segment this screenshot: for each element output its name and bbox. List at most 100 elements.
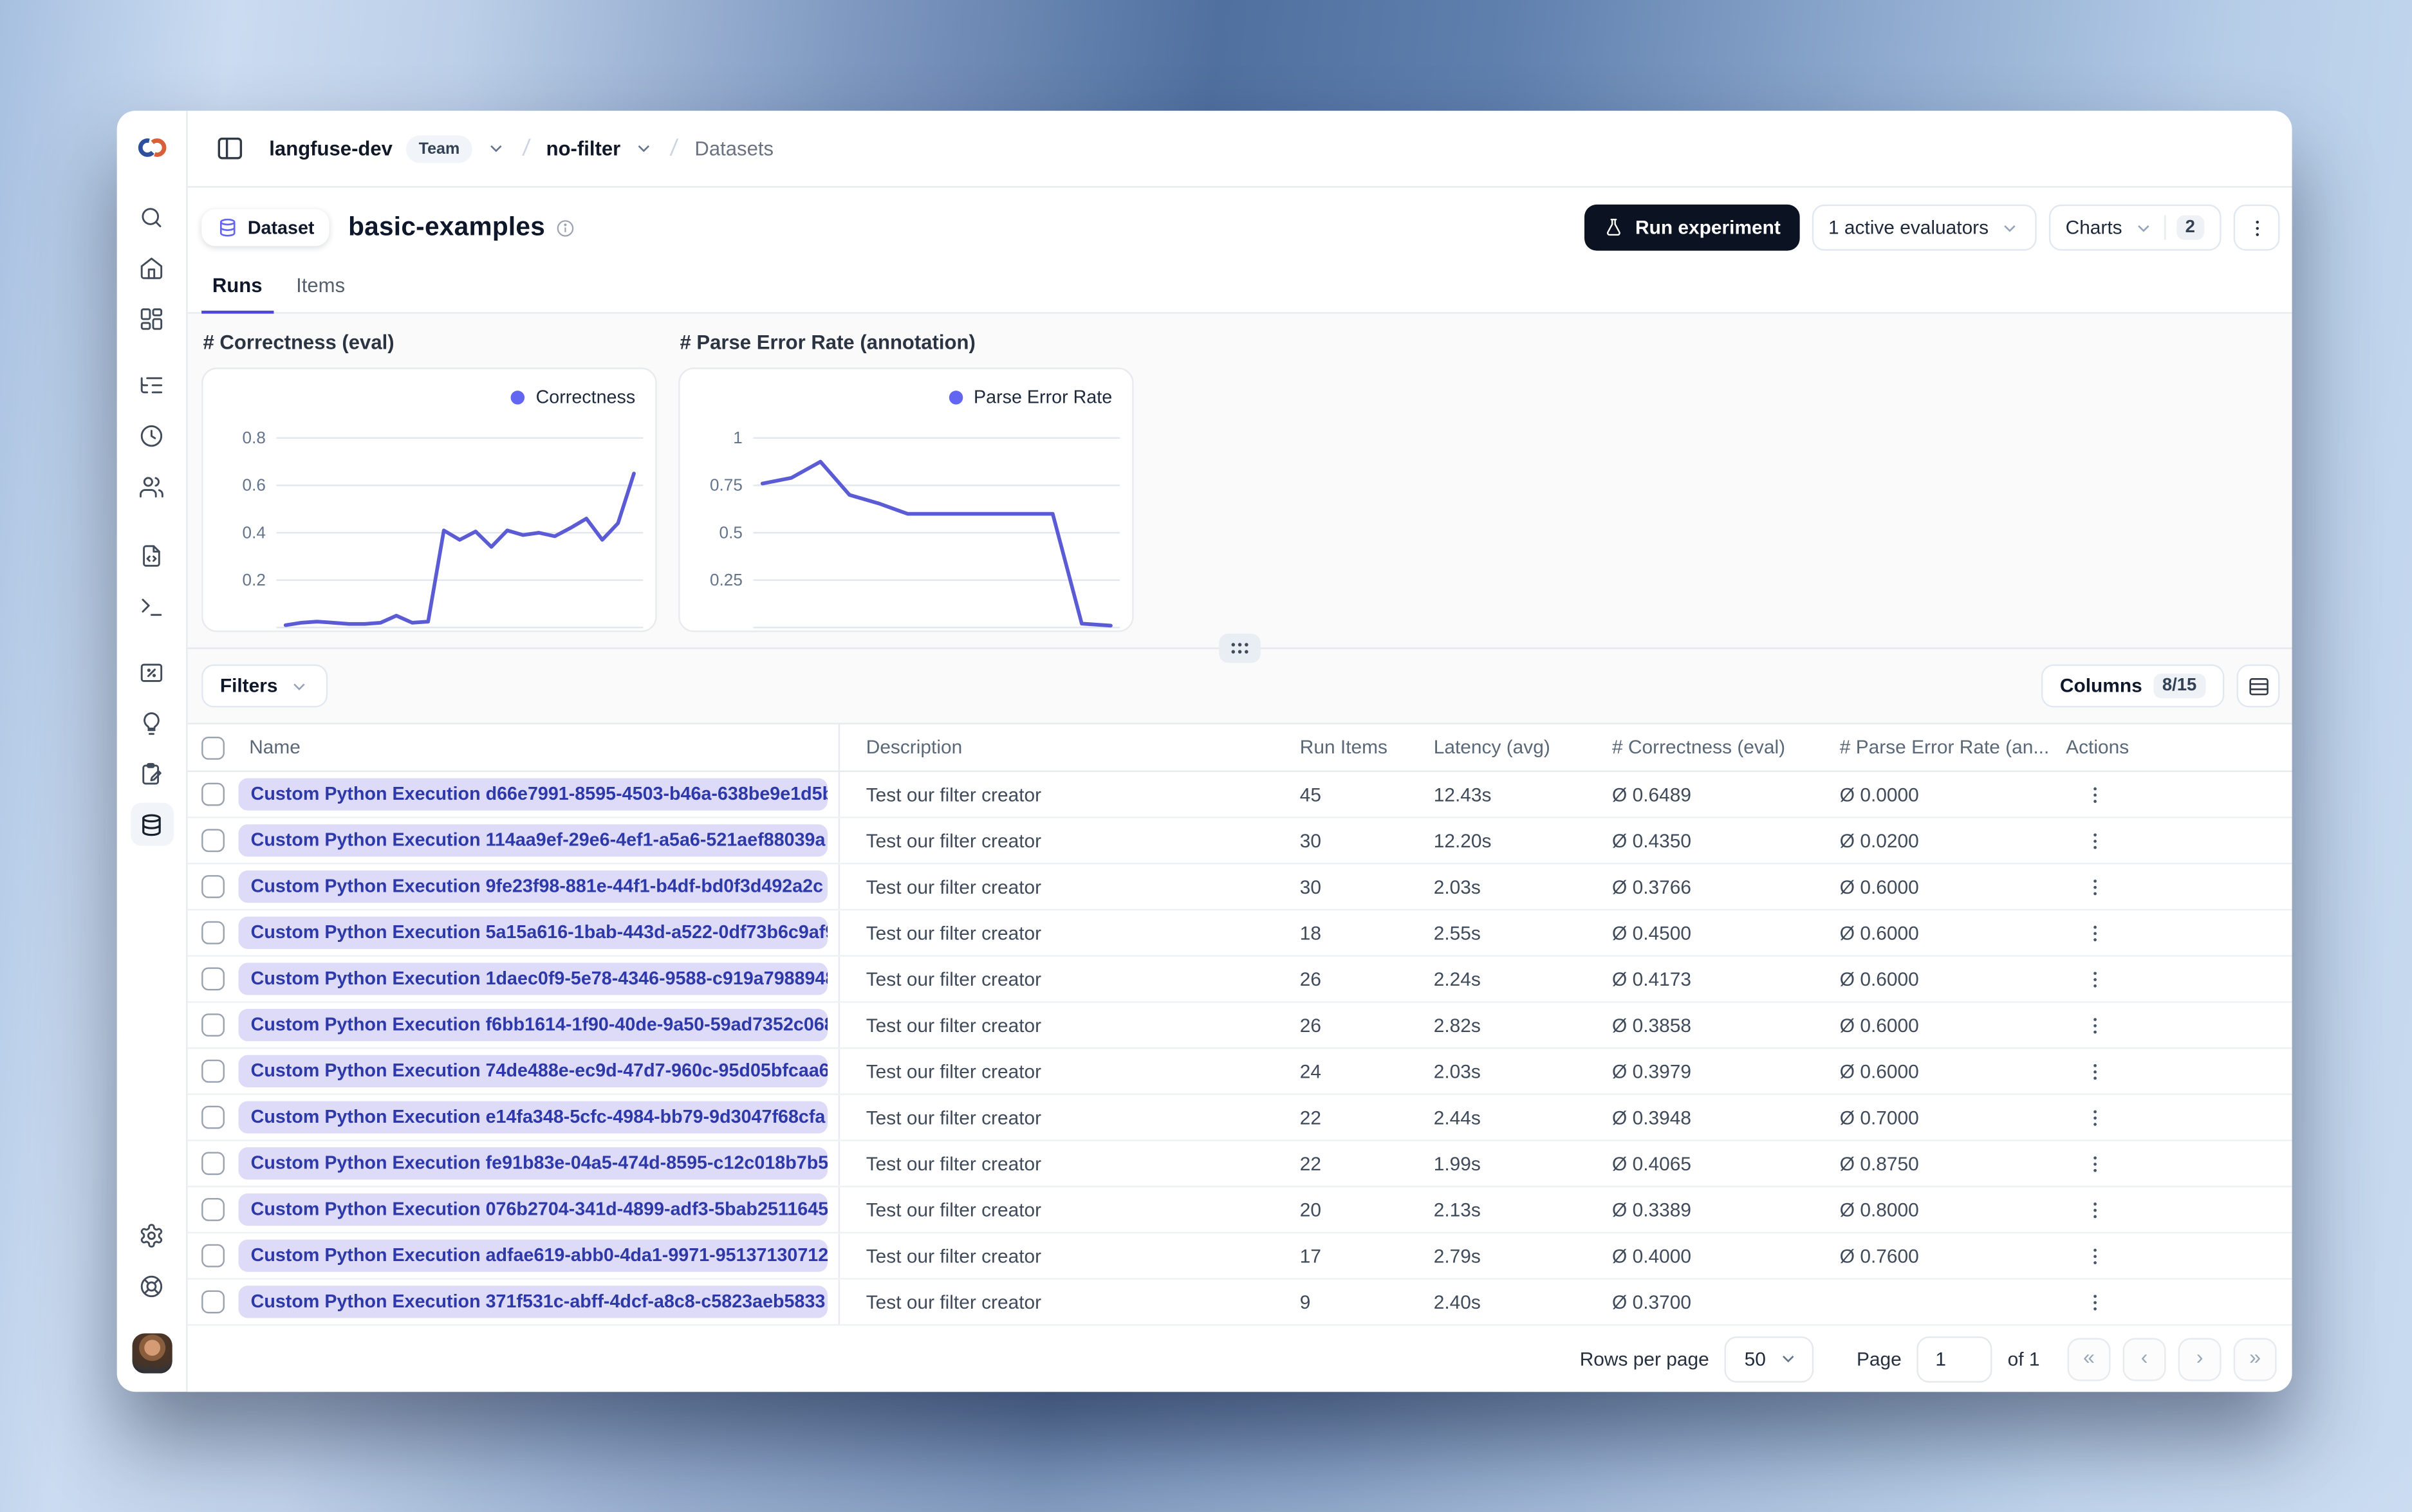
drag-handle[interactable]: [1219, 633, 1261, 663]
run-name-link[interactable]: Custom Python Execution fe91b83e-04a5-47…: [238, 1147, 828, 1180]
table-row[interactable]: Custom Python Execution 371f531c-abff-4d…: [187, 1279, 2292, 1326]
tab-runs[interactable]: Runs: [201, 269, 274, 314]
breadcrumb-project[interactable]: no-filter: [546, 137, 621, 160]
sidebar-item-dashboards[interactable]: [130, 297, 173, 340]
sidebar-item-home[interactable]: [130, 246, 173, 289]
column-header-description[interactable]: Description: [840, 737, 1289, 758]
row-checkbox[interactable]: [201, 921, 225, 945]
row-actions-button[interactable]: [2077, 961, 2113, 997]
row-checkbox[interactable]: [201, 875, 225, 898]
row-actions-button[interactable]: [2077, 868, 2113, 905]
legend-dot: [511, 389, 525, 404]
row-checkbox[interactable]: [201, 967, 225, 991]
row-checkbox[interactable]: [201, 1198, 225, 1221]
last-page-button[interactable]: »: [2233, 1337, 2277, 1381]
row-actions-button[interactable]: [2077, 1006, 2113, 1043]
table-body: Custom Python Execution d66e7991-8595-45…: [187, 771, 2292, 1326]
chevron-down-icon[interactable]: [486, 138, 506, 158]
sidebar-item-evaluation[interactable]: [130, 650, 173, 694]
row-actions-button[interactable]: [2077, 1237, 2113, 1274]
table-row[interactable]: Custom Python Execution f6bb1614-1f90-40…: [187, 1002, 2292, 1049]
kebab-menu-icon: [2093, 878, 2097, 895]
row-checkbox[interactable]: [201, 782, 225, 806]
sidebar-item-users[interactable]: [130, 465, 173, 508]
column-header-parse-error[interactable]: # Parse Error Rate (an...: [1829, 737, 2055, 758]
row-actions-button[interactable]: [2077, 776, 2113, 813]
sidebar-item-annotation[interactable]: [130, 752, 173, 795]
info-icon[interactable]: [556, 217, 576, 237]
chevron-down-icon[interactable]: [635, 138, 654, 158]
select-all-checkbox[interactable]: [201, 735, 225, 759]
sidebar-item-settings[interactable]: [130, 1213, 173, 1257]
tab-items[interactable]: Items: [285, 269, 355, 313]
row-actions-button[interactable]: [2077, 1284, 2113, 1320]
row-actions-button[interactable]: [2077, 914, 2113, 951]
run-name-link[interactable]: Custom Python Execution d66e7991-8595-45…: [238, 778, 828, 811]
row-actions-button[interactable]: [2077, 1145, 2113, 1182]
table-row[interactable]: Custom Python Execution 1daec0f9-5e78-43…: [187, 956, 2292, 1003]
table-row[interactable]: Custom Python Execution 076b2704-341d-48…: [187, 1187, 2292, 1234]
column-header-run-items[interactable]: Run Items: [1289, 737, 1423, 758]
table-row[interactable]: Custom Python Execution adfae619-abb0-4d…: [187, 1233, 2292, 1280]
sidebar-item-support[interactable]: [130, 1264, 173, 1307]
row-checkbox[interactable]: [201, 1059, 225, 1083]
run-name-link[interactable]: Custom Python Execution 371f531c-abff-4d…: [238, 1286, 828, 1318]
users-icon: [140, 476, 163, 497]
first-page-button[interactable]: «: [2067, 1337, 2111, 1381]
column-header-latency[interactable]: Latency (avg): [1423, 737, 1601, 758]
sidebar-item-sessions[interactable]: [130, 414, 173, 457]
table-row[interactable]: Custom Python Execution e14fa348-5cfc-49…: [187, 1094, 2292, 1141]
row-actions-button[interactable]: [2077, 1191, 2113, 1228]
run-items-count: 18: [1299, 921, 1322, 944]
columns-button[interactable]: Columns 8/15: [2041, 664, 2225, 708]
filters-button[interactable]: Filters: [201, 664, 327, 708]
sidebar-item-tracing[interactable]: [130, 363, 173, 406]
user-avatar[interactable]: [131, 1333, 172, 1374]
table-row[interactable]: Custom Python Execution 114aa9ef-29e6-4e…: [187, 818, 2292, 865]
run-name-link[interactable]: Custom Python Execution e14fa348-5cfc-49…: [238, 1101, 828, 1134]
row-checkbox[interactable]: [201, 1152, 225, 1175]
run-experiment-button[interactable]: Run experiment: [1584, 204, 1799, 251]
run-name-link[interactable]: Custom Python Execution 076b2704-341d-48…: [238, 1193, 828, 1226]
row-checkbox[interactable]: [201, 1290, 225, 1314]
next-page-button[interactable]: ›: [2178, 1337, 2222, 1381]
sidebar-item-insights[interactable]: [130, 701, 173, 744]
table-row[interactable]: Custom Python Execution 5a15a616-1bab-44…: [187, 910, 2292, 957]
run-name-link[interactable]: Custom Python Execution 5a15a616-1bab-44…: [238, 916, 828, 949]
row-actions-button[interactable]: [2077, 1099, 2113, 1136]
run-name-link[interactable]: Custom Python Execution 74de488e-ec9d-47…: [238, 1055, 828, 1087]
sidebar-item-datasets[interactable]: [129, 802, 173, 846]
page-number-input[interactable]: [1916, 1335, 1992, 1382]
previous-page-button[interactable]: ‹: [2122, 1337, 2166, 1381]
charts-button[interactable]: Charts 2: [2048, 204, 2222, 251]
run-latency: 1.99s: [1433, 1152, 1481, 1174]
row-checkbox[interactable]: [201, 1244, 225, 1268]
run-name-link[interactable]: Custom Python Execution 9fe23f98-881e-44…: [238, 870, 828, 903]
table-row[interactable]: Custom Python Execution d66e7991-8595-45…: [187, 771, 2292, 818]
row-checkbox[interactable]: [201, 1013, 225, 1037]
table-row[interactable]: Custom Python Execution fe91b83e-04a5-47…: [187, 1141, 2292, 1188]
chart-parse-error-rate: # Parse Error Rate (annotation) 0.25 0.5 0…: [678, 327, 1134, 632]
run-name-link[interactable]: Custom Python Execution 1daec0f9-5e78-43…: [238, 963, 828, 995]
row-actions-button[interactable]: [2077, 822, 2113, 859]
more-actions-button[interactable]: [2233, 204, 2280, 251]
row-height-button[interactable]: [2236, 664, 2280, 708]
row-actions-button[interactable]: [2077, 1053, 2113, 1089]
sidebar-item-prompts[interactable]: [130, 533, 173, 576]
row-checkbox[interactable]: [201, 829, 225, 853]
breadcrumb-org[interactable]: langfuse-dev: [269, 137, 393, 160]
run-name-link[interactable]: Custom Python Execution f6bb1614-1f90-40…: [238, 1009, 828, 1042]
rows-per-page-select[interactable]: 50: [1724, 1335, 1814, 1382]
column-header-name[interactable]: Name: [238, 724, 840, 771]
active-evaluators-button[interactable]: 1 active evaluators: [1811, 204, 2037, 251]
panel-left-toggle-icon[interactable]: [216, 134, 245, 163]
table-row[interactable]: Custom Python Execution 74de488e-ec9d-47…: [187, 1049, 2292, 1095]
run-name-link[interactable]: Custom Python Execution 114aa9ef-29e6-4e…: [238, 824, 828, 857]
row-checkbox[interactable]: [201, 1105, 225, 1129]
sidebar-item-playground[interactable]: [130, 584, 173, 627]
sidebar-item-search[interactable]: [130, 196, 173, 239]
table-row[interactable]: Custom Python Execution 9fe23f98-881e-44…: [187, 864, 2292, 911]
breadcrumb-section[interactable]: Datasets: [694, 137, 774, 160]
column-header-correctness[interactable]: # Correctness (eval): [1601, 737, 1829, 758]
run-name-link[interactable]: Custom Python Execution adfae619-abb0-4d…: [238, 1239, 828, 1272]
